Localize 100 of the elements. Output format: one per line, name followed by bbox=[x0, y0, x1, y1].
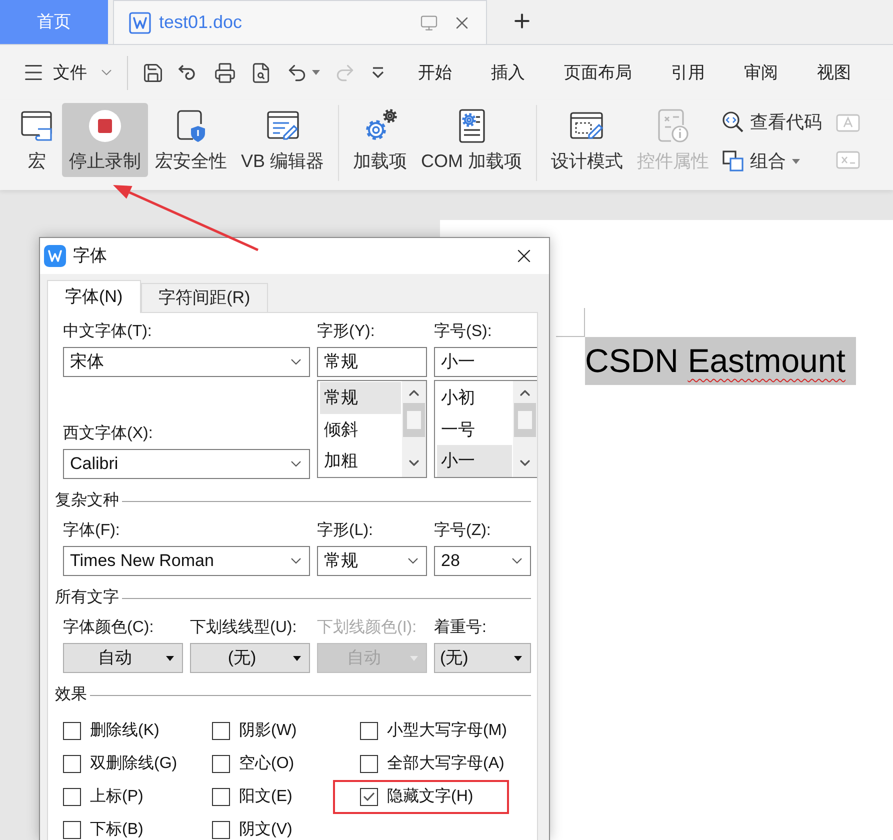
ribbon-tab[interactable]: 插入 bbox=[491, 60, 525, 86]
checkbox-label[interactable]: 上标(P) bbox=[90, 784, 144, 808]
dropdown-button[interactable]: (无) bbox=[190, 643, 310, 673]
checkbox-label[interactable]: 删除线(K) bbox=[90, 718, 160, 742]
print-preview-button[interactable] bbox=[250, 60, 272, 84]
caret-down-icon bbox=[312, 70, 320, 75]
checkbox[interactable] bbox=[212, 722, 230, 740]
app-logo-icon bbox=[44, 245, 66, 267]
scrollbar-thumb[interactable] bbox=[514, 403, 536, 437]
scrollbar[interactable] bbox=[513, 381, 537, 477]
checkbox-label[interactable]: 小型大写字母(M) bbox=[387, 718, 507, 742]
checkbox[interactable] bbox=[212, 754, 230, 772]
scrollbar[interactable] bbox=[402, 381, 426, 477]
checkbox[interactable] bbox=[360, 722, 378, 740]
com-add-ins-button[interactable]: COM 加载项 bbox=[414, 103, 530, 177]
window-scroll-icon bbox=[19, 108, 55, 144]
checkbox-label[interactable]: 空心(O) bbox=[239, 752, 294, 776]
monitor-icon[interactable] bbox=[420, 14, 438, 32]
field-label: 中文字体(T): bbox=[63, 322, 153, 342]
field-label: 字形(Y): bbox=[317, 322, 376, 342]
section-heading: 复杂文种 bbox=[55, 490, 119, 511]
print-preview-icon bbox=[250, 62, 272, 84]
dialog-tab[interactable]: 字体(N) bbox=[47, 280, 141, 313]
stop-record-icon bbox=[87, 108, 123, 144]
print-button[interactable] bbox=[214, 60, 236, 84]
ribbon-tab[interactable]: 视图 bbox=[817, 60, 851, 86]
checkbox[interactable] bbox=[360, 788, 378, 806]
section-heading: 所有文字 bbox=[55, 588, 119, 608]
style-list[interactable]: 常规 倾斜 加粗 bbox=[317, 380, 427, 478]
add-ins-button[interactable]: 加载项 bbox=[346, 103, 414, 177]
code-search-icon bbox=[722, 111, 744, 133]
checkbox[interactable] bbox=[63, 788, 81, 806]
corner-mark-icon bbox=[556, 308, 585, 337]
dropdown-triangle-icon bbox=[514, 656, 522, 660]
group-squares-icon bbox=[722, 150, 744, 172]
checkbox[interactable] bbox=[63, 754, 81, 772]
style-select[interactable]: 常规 bbox=[317, 546, 427, 576]
dropdown-button[interactable]: (无) bbox=[434, 643, 531, 673]
checkbox[interactable] bbox=[360, 754, 378, 772]
scrollbar-thumb[interactable] bbox=[403, 403, 425, 437]
checkbox-label[interactable]: 阴影(W) bbox=[239, 718, 297, 742]
font-select[interactable]: Calibri bbox=[63, 449, 310, 479]
dropdown-triangle-icon bbox=[410, 656, 418, 660]
group-button[interactable]: 组合 bbox=[722, 146, 822, 176]
vb-editor-button[interactable]: VB 编辑器 bbox=[234, 103, 332, 177]
macro-button[interactable]: 宏 bbox=[12, 103, 62, 177]
chevron-down-icon bbox=[408, 558, 418, 564]
ribbon-tab[interactable]: 开始 bbox=[418, 60, 452, 86]
field-label: 着重号: bbox=[434, 618, 488, 638]
save-icon bbox=[142, 62, 164, 84]
ribbon-tab[interactable]: 引用 bbox=[671, 60, 705, 86]
checkbox-label[interactable]: 隐藏文字(H) bbox=[387, 784, 474, 808]
checkbox[interactable] bbox=[212, 788, 230, 806]
print-icon bbox=[214, 62, 236, 84]
dialog-title: 字体 bbox=[73, 245, 107, 268]
field-label: 字号(Z): bbox=[434, 520, 492, 541]
dropdown-button[interactable]: 自动 bbox=[63, 643, 183, 673]
font-select[interactable]: Times New Roman bbox=[63, 546, 310, 576]
dropdown-triangle-icon bbox=[166, 656, 174, 660]
checkbox-label[interactable]: 双删除线(G) bbox=[90, 752, 178, 776]
dropdown-triangle-icon bbox=[293, 656, 301, 660]
list-option[interactable]: 常规 bbox=[320, 382, 401, 414]
design-mode-button[interactable]: 设计模式 bbox=[544, 103, 630, 177]
chevron-down-icon bbox=[512, 558, 522, 564]
checkbox-label[interactable]: 下标(B) bbox=[90, 818, 144, 840]
tab-title: test01.doc bbox=[159, 11, 242, 34]
field-label: 字体(F): bbox=[63, 520, 121, 541]
checkmark-icon bbox=[363, 792, 375, 801]
size-input[interactable]: 小一 bbox=[434, 347, 537, 377]
document-tab[interactable]: test01.doc bbox=[113, 0, 487, 44]
caret-down-icon bbox=[792, 158, 800, 164]
more-caret-icon bbox=[370, 64, 386, 80]
chevron-down-icon bbox=[291, 558, 301, 564]
style-input[interactable]: 常规 bbox=[317, 347, 427, 377]
checkbox-label[interactable]: 全部大写字母(A) bbox=[387, 752, 504, 776]
font-select[interactable]: 宋体 bbox=[63, 347, 310, 377]
checkbox-label[interactable]: 阳文(E) bbox=[239, 784, 292, 808]
size-select[interactable]: 28 bbox=[434, 546, 531, 576]
properties-document-icon bbox=[655, 108, 692, 144]
checkbox-label[interactable]: 阴文(V) bbox=[239, 818, 292, 840]
chevron-down-icon bbox=[291, 461, 301, 467]
document-text: CSDN Eastmount bbox=[585, 337, 856, 385]
field-label: 下划线颜色(I): bbox=[317, 618, 418, 638]
list-option[interactable]: 小一 bbox=[437, 445, 512, 478]
ribbon-tab[interactable]: 页面布局 bbox=[564, 60, 632, 86]
section-heading: 效果 bbox=[55, 685, 87, 705]
field-label: 西文字体(X): bbox=[63, 424, 154, 444]
macro-security-button[interactable]: 宏安全性 bbox=[148, 103, 234, 177]
field-label: 字体颜色(C): bbox=[63, 618, 155, 638]
file-menu-button[interactable]: 文件 bbox=[22, 56, 115, 88]
checkbox[interactable] bbox=[212, 820, 230, 838]
document-logo-icon bbox=[129, 12, 151, 34]
view-code-button[interactable]: 查看代码 bbox=[722, 107, 822, 137]
chevron-down-icon bbox=[291, 359, 301, 365]
ribbon-tab[interactable]: 审阅 bbox=[744, 60, 778, 86]
checkbox[interactable] bbox=[63, 722, 81, 740]
size-list[interactable]: 小初 一号 小一 bbox=[434, 380, 537, 478]
dialog-tab[interactable]: 字符间距(R) bbox=[140, 283, 268, 312]
checkbox[interactable] bbox=[63, 820, 81, 838]
field-label: 字形(L): bbox=[317, 520, 374, 541]
